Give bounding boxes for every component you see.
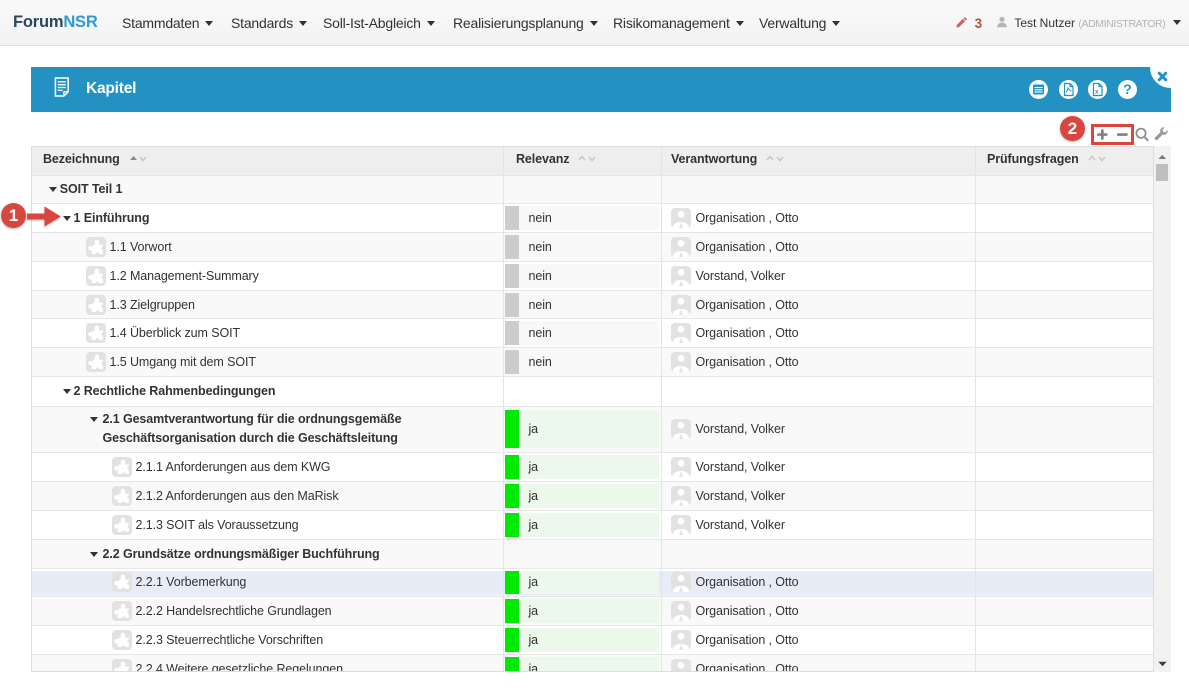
svg-text:x: x (1095, 88, 1099, 95)
